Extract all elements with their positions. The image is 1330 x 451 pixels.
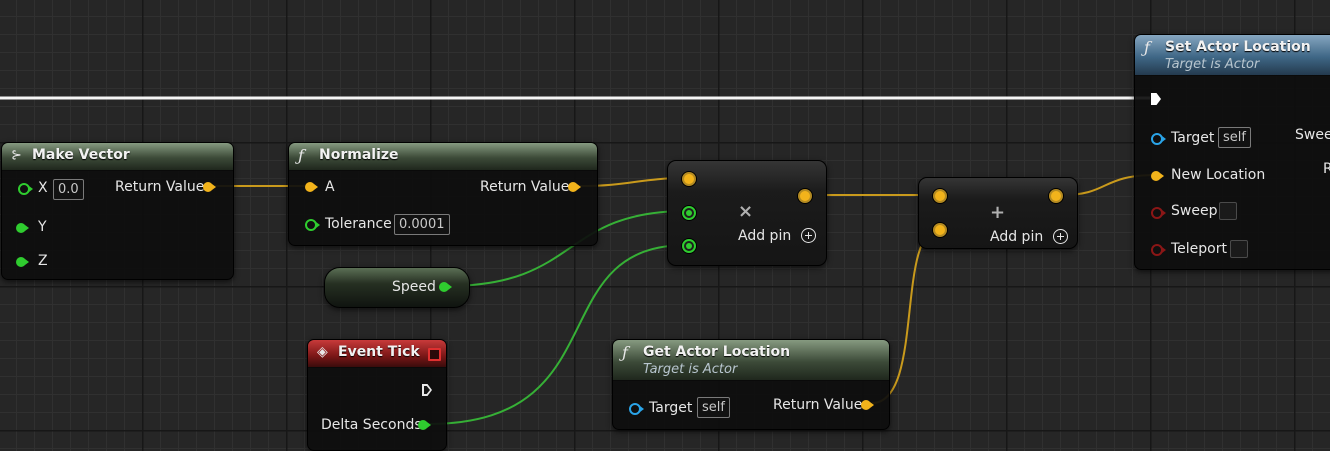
return-value-label: Return Value	[115, 179, 205, 195]
sweep-label: Sweep	[1171, 203, 1218, 219]
exec-input-pin[interactable]	[1151, 93, 1161, 105]
target-input-pin[interactable]	[629, 403, 644, 415]
add-input-a-pin[interactable]	[933, 189, 947, 203]
make-vector-node[interactable]: ⊱ Make Vector X 0.0 Return Value Y Z	[1, 142, 234, 280]
teleport-checkbox[interactable]	[1230, 240, 1248, 258]
set-actor-location-node[interactable]: ƒ Set Actor Location Target is Actor Tar…	[1134, 34, 1330, 270]
return-value-pin[interactable]	[203, 182, 216, 192]
speed-variable-node[interactable]: Speed	[324, 267, 470, 308]
function-icon: ƒ	[298, 146, 304, 165]
a-input-pin[interactable]	[305, 182, 318, 192]
node-title: Make Vector	[32, 147, 130, 163]
get-actor-location-header[interactable]: ƒ Get Actor Location Target is Actor	[613, 340, 889, 381]
x-input-pin[interactable]	[18, 183, 33, 195]
new-location-pin[interactable]	[1151, 171, 1164, 181]
return-value-label: Return Value	[480, 179, 570, 195]
function-icon: ƒ	[1144, 38, 1150, 57]
delta-seconds-pin[interactable]	[418, 420, 431, 430]
sweep-input-pin[interactable]	[1151, 207, 1166, 219]
target-label: Target	[1171, 130, 1215, 146]
function-icon: ƒ	[622, 343, 628, 362]
delta-seconds-label: Delta Seconds	[321, 417, 422, 433]
node-title: Set Actor Location	[1165, 39, 1311, 55]
multiply-output-pin[interactable]	[798, 189, 812, 203]
target-value-field[interactable]: self	[1218, 127, 1251, 148]
return-value-label: Return Value	[773, 397, 863, 413]
target-value-field[interactable]: self	[697, 397, 730, 418]
node-subtitle: Target is Actor	[1165, 57, 1260, 72]
x-label: X	[38, 180, 48, 196]
multiply-input-c-pin[interactable]	[682, 239, 696, 253]
event-icon: ◈	[317, 344, 328, 360]
hit-result-output-label: R	[1323, 161, 1330, 177]
y-input-pin[interactable]	[16, 223, 29, 233]
node-title: Get Actor Location	[643, 344, 791, 360]
add-pin-label[interactable]: Add pin	[738, 228, 791, 244]
x-value-field[interactable]: 0.0	[53, 179, 84, 200]
tolerance-label: Tolerance	[325, 216, 392, 232]
return-value-pin[interactable]	[861, 400, 874, 410]
event-tick-node[interactable]: ◈ Event Tick Delta Seconds	[307, 339, 447, 451]
multiply-input-a-pin[interactable]	[682, 172, 696, 186]
set-actor-location-header[interactable]: ƒ Set Actor Location Target is Actor	[1135, 35, 1330, 76]
normalize-header[interactable]: ƒ Normalize	[289, 143, 597, 171]
teleport-input-pin[interactable]	[1151, 244, 1166, 256]
get-actor-location-node[interactable]: ƒ Get Actor Location Target is Actor Tar…	[612, 339, 890, 430]
event-tick-header[interactable]: ◈ Event Tick	[308, 340, 446, 368]
speed-label: Speed	[392, 279, 436, 295]
stop-icon[interactable]	[428, 348, 441, 361]
speed-output-pin[interactable]	[439, 282, 452, 292]
make-vector-header[interactable]: ⊱ Make Vector	[2, 143, 233, 171]
add-output-pin[interactable]	[1049, 189, 1063, 203]
add-pin-icon[interactable]	[1053, 229, 1068, 244]
node-title: Normalize	[319, 147, 399, 163]
z-label: Z	[38, 253, 48, 269]
multiply-input-b-pin[interactable]	[682, 206, 696, 220]
exec-output-pin[interactable]	[422, 384, 432, 396]
return-value-pin[interactable]	[568, 182, 581, 192]
sweep-output-label: Swee	[1295, 127, 1330, 143]
sweep-checkbox[interactable]	[1219, 202, 1237, 220]
a-label: A	[325, 179, 335, 195]
add-symbol: +	[990, 202, 1006, 223]
multiply-node[interactable]: × Add pin	[667, 160, 827, 266]
tolerance-input-pin[interactable]	[305, 219, 320, 231]
new-location-label: New Location	[1171, 167, 1266, 183]
target-label: Target	[649, 400, 693, 416]
tolerance-value-field[interactable]: 0.0001	[394, 214, 450, 235]
y-label: Y	[38, 219, 47, 235]
z-input-pin[interactable]	[16, 257, 29, 267]
multiply-symbol: ×	[738, 201, 754, 222]
node-subtitle: Target is Actor	[643, 362, 738, 377]
normalize-node[interactable]: ƒ Normalize A Return Value Tolerance 0.0…	[288, 142, 598, 246]
teleport-label: Teleport	[1171, 241, 1227, 257]
add-pin-label[interactable]: Add pin	[990, 229, 1043, 245]
target-input-pin[interactable]	[1151, 133, 1166, 145]
add-pin-icon[interactable]	[801, 228, 816, 243]
add-input-b-pin[interactable]	[933, 223, 947, 237]
add-node[interactable]: + Add pin	[918, 177, 1078, 249]
make-struct-icon: ⊱	[11, 148, 22, 163]
node-title: Event Tick	[338, 344, 420, 360]
